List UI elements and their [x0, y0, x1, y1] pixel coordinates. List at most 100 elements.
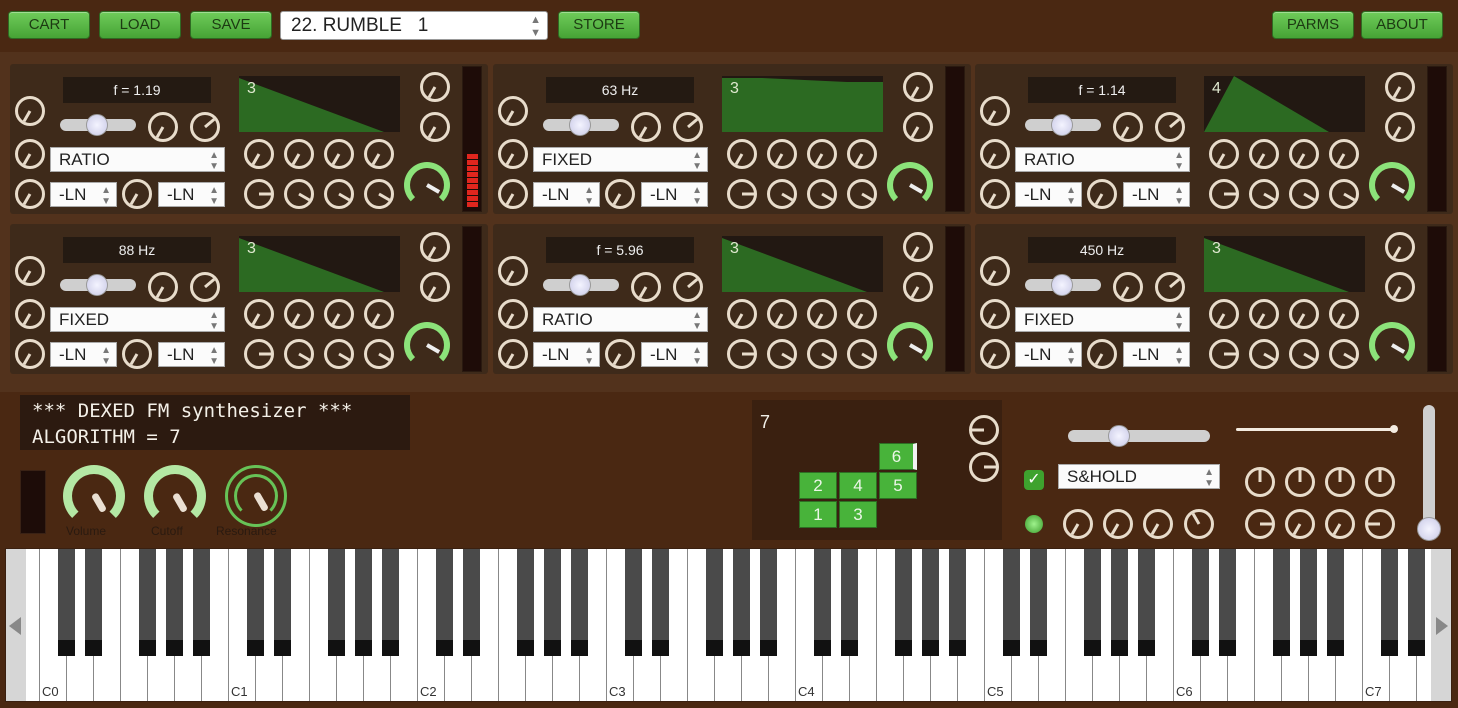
env-level-knob-4[interactable] [847, 339, 877, 369]
left-curve-select[interactable]: -LN ▲ ▼ [1015, 342, 1082, 367]
envelope-display[interactable]: 3 [722, 236, 883, 292]
env-rate-knob-1[interactable] [727, 299, 757, 329]
fine-knob[interactable] [673, 112, 703, 142]
coarse-knob[interactable] [1113, 272, 1143, 302]
env-rate-knob-4[interactable] [847, 139, 877, 169]
frequency-slider-thumb[interactable] [86, 114, 108, 136]
detune-knob[interactable] [15, 96, 45, 126]
cart-button[interactable]: CART [8, 11, 90, 39]
break-point-knob[interactable] [980, 179, 1010, 209]
env-rate-knob-2[interactable] [767, 139, 797, 169]
env-rate-knob-2[interactable] [284, 139, 314, 169]
black-key[interactable] [1030, 549, 1047, 656]
key-velocity-knob[interactable] [15, 299, 45, 329]
scale-depth-knob[interactable] [1087, 339, 1117, 369]
black-key[interactable] [139, 549, 156, 656]
env-level-knob-1[interactable] [727, 179, 757, 209]
key-velocity-knob[interactable] [980, 299, 1010, 329]
detune-knob[interactable] [498, 256, 528, 286]
osc-mode-select[interactable]: FIXED ▲ ▼ [533, 147, 708, 172]
black-key[interactable] [544, 549, 561, 656]
env-level-knob-4[interactable] [364, 339, 394, 369]
env-level-knob-3[interactable] [324, 179, 354, 209]
fine-knob[interactable] [1155, 272, 1185, 302]
coarse-knob[interactable] [148, 112, 178, 142]
lfo-sync-checkbox[interactable]: ✓ [1024, 470, 1044, 490]
black-key[interactable] [895, 549, 912, 656]
output-level-knob[interactable] [887, 322, 933, 368]
detune-knob[interactable] [980, 96, 1010, 126]
frequency-slider[interactable] [60, 274, 136, 296]
lfo-knob-2[interactable] [1103, 509, 1133, 539]
env-level-knob-4[interactable] [847, 179, 877, 209]
scale-depth-knob[interactable] [1087, 179, 1117, 209]
frequency-slider[interactable] [1025, 114, 1101, 136]
black-key[interactable] [436, 549, 453, 656]
black-key[interactable] [841, 549, 858, 656]
amp-mod-knob[interactable] [1385, 72, 1415, 102]
piano-keyboard[interactable]: C0 C1 C2 C3 C4 C5 C6 C7 [5, 548, 1452, 702]
transpose-knob[interactable] [969, 452, 999, 482]
black-key[interactable] [328, 549, 345, 656]
black-key[interactable] [733, 549, 750, 656]
env-level-knob-3[interactable] [324, 339, 354, 369]
black-key[interactable] [922, 549, 939, 656]
program-select[interactable]: 22. RUMBLE 1 ▲ ▼ [280, 11, 548, 40]
env-level-knob-2[interactable] [284, 339, 314, 369]
env-level-knob-1[interactable] [1209, 179, 1239, 209]
fine-knob[interactable] [190, 112, 220, 142]
envelope-display[interactable]: 3 [239, 76, 400, 132]
amp-mod-knob[interactable] [1385, 232, 1415, 262]
lfo-waveform-select[interactable]: S&HOLD ▲ ▼ [1058, 464, 1220, 489]
fine-knob[interactable] [190, 272, 220, 302]
env-rate-knob-4[interactable] [847, 299, 877, 329]
osc-mode-select[interactable]: RATIO ▲ ▼ [1015, 147, 1190, 172]
black-key[interactable] [1219, 549, 1236, 656]
env-rate-knob-1[interactable] [244, 299, 274, 329]
amp-mod-knob[interactable] [903, 72, 933, 102]
keyboard-scroll-right[interactable] [1431, 549, 1451, 701]
right-curve-select[interactable]: -LN ▲ ▼ [1123, 342, 1190, 367]
env-rate-knob-1[interactable] [244, 139, 274, 169]
cutoff-knob[interactable] [144, 465, 206, 527]
env-level-knob-1[interactable] [244, 339, 274, 369]
resonance-knob[interactable] [225, 465, 287, 527]
amp-mod-knob[interactable] [420, 72, 450, 102]
pitch-rate-knob-1[interactable] [1245, 467, 1275, 497]
key-velocity-knob[interactable] [498, 139, 528, 169]
black-key[interactable] [949, 549, 966, 656]
env-level-knob-3[interactable] [1289, 339, 1319, 369]
amp-mod-knob[interactable] [903, 232, 933, 262]
osc-mode-select[interactable]: RATIO ▲ ▼ [50, 147, 225, 172]
envelope-display[interactable]: 3 [1204, 236, 1365, 292]
frequency-slider-thumb[interactable] [569, 274, 591, 296]
lfo-knob-3[interactable] [1143, 509, 1173, 539]
right-curve-select[interactable]: -LN ▲ ▼ [158, 182, 225, 207]
frequency-slider[interactable] [60, 114, 136, 136]
black-key[interactable] [517, 549, 534, 656]
right-curve-select[interactable]: -LN ▲ ▼ [158, 342, 225, 367]
master-tune-slider[interactable] [1417, 405, 1441, 541]
output-level-knob[interactable] [1369, 162, 1415, 208]
env-level-knob-3[interactable] [807, 179, 837, 209]
volume-knob[interactable] [63, 465, 125, 527]
rate-scale-knob[interactable] [1385, 272, 1415, 302]
rate-scale-knob[interactable] [903, 112, 933, 142]
pitch-env-line[interactable] [1236, 425, 1398, 433]
black-key[interactable] [1111, 549, 1128, 656]
env-rate-knob-3[interactable] [1289, 139, 1319, 169]
black-key[interactable] [193, 549, 210, 656]
black-key[interactable] [1003, 549, 1020, 656]
env-rate-knob-3[interactable] [324, 139, 354, 169]
black-key[interactable] [652, 549, 669, 656]
env-rate-knob-2[interactable] [284, 299, 314, 329]
left-curve-select[interactable]: -LN ▲ ▼ [1015, 182, 1082, 207]
frequency-slider[interactable] [543, 274, 619, 296]
black-key[interactable] [571, 549, 588, 656]
envelope-display[interactable]: 4 [1204, 76, 1365, 132]
black-key[interactable] [814, 549, 831, 656]
scale-depth-knob[interactable] [605, 179, 635, 209]
env-rate-knob-4[interactable] [1329, 299, 1359, 329]
coarse-knob[interactable] [1113, 112, 1143, 142]
parms-button[interactable]: PARMS [1272, 11, 1354, 39]
